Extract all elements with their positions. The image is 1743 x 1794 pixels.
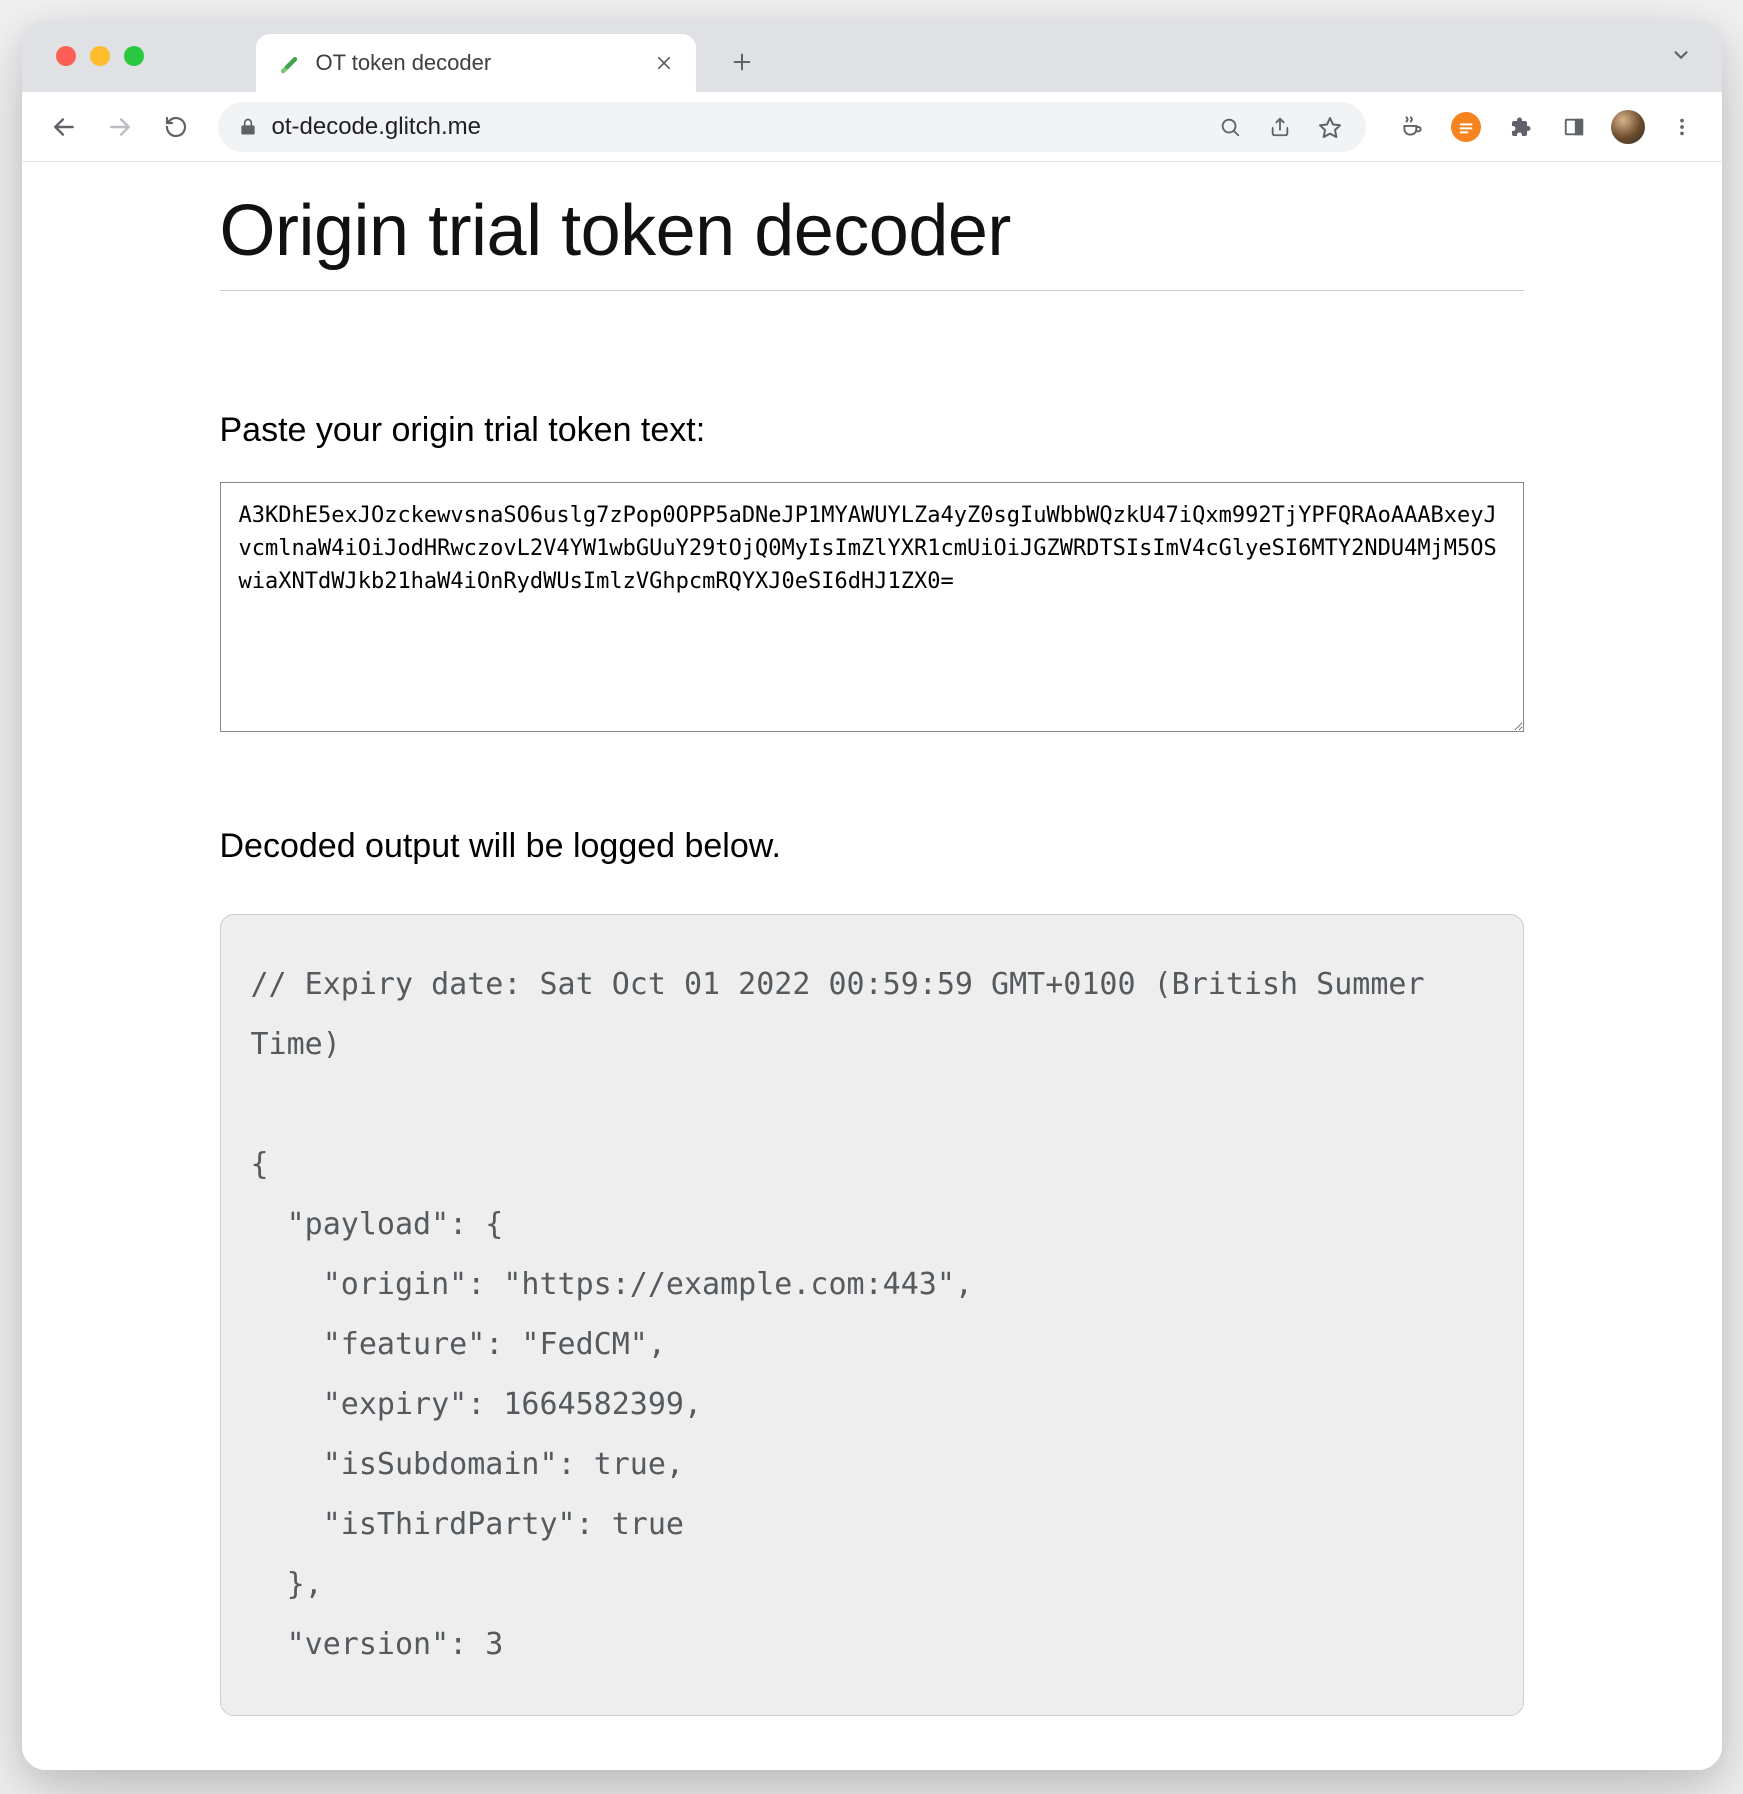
omnibox-actions	[1208, 105, 1352, 149]
extension-orange-icon[interactable]	[1444, 105, 1488, 149]
search-icon[interactable]	[1208, 105, 1252, 149]
tabs-dropdown-button[interactable]	[1670, 44, 1692, 66]
side-panel-icon[interactable]	[1552, 105, 1596, 149]
token-input-label: Paste your origin trial token text:	[220, 411, 1524, 450]
profile-avatar[interactable]	[1606, 105, 1650, 149]
page-viewport[interactable]: Origin trial token decoder Paste your or…	[22, 162, 1722, 1770]
tab-title: OT token decoder	[316, 50, 636, 76]
toolbar	[22, 92, 1722, 162]
new-tab-button[interactable]	[718, 38, 766, 86]
window-controls	[56, 46, 144, 66]
browser-tab[interactable]: OT token decoder	[256, 34, 696, 92]
reload-button[interactable]	[152, 103, 200, 151]
token-textarea[interactable]	[220, 482, 1524, 732]
fullscreen-window-button[interactable]	[124, 46, 144, 66]
extension-icons	[1390, 105, 1704, 149]
address-bar[interactable]	[218, 102, 1366, 152]
extensions-puzzle-icon[interactable]	[1498, 105, 1542, 149]
kebab-menu-icon[interactable]	[1660, 105, 1704, 149]
forward-button[interactable]	[96, 103, 144, 151]
bookmark-star-icon[interactable]	[1308, 105, 1352, 149]
minimize-window-button[interactable]	[90, 46, 110, 66]
tab-bar: OT token decoder	[22, 20, 1722, 92]
tab-favicon-icon	[276, 50, 302, 76]
page-content: Origin trial token decoder Paste your or…	[172, 162, 1572, 1770]
avatar-image	[1611, 110, 1645, 144]
page-title: Origin trial token decoder	[220, 190, 1524, 291]
tab-close-button[interactable]	[650, 49, 678, 77]
close-window-button[interactable]	[56, 46, 76, 66]
browser-window: OT token decoder	[22, 20, 1722, 1770]
back-button[interactable]	[40, 103, 88, 151]
share-icon[interactable]	[1258, 105, 1302, 149]
extension-coffee-icon[interactable]	[1390, 105, 1434, 149]
url-input[interactable]	[272, 113, 1194, 141]
decoded-output: // Expiry date: Sat Oct 01 2022 00:59:59…	[220, 914, 1524, 1716]
lock-icon	[238, 117, 258, 137]
output-label: Decoded output will be logged below.	[220, 827, 1524, 866]
